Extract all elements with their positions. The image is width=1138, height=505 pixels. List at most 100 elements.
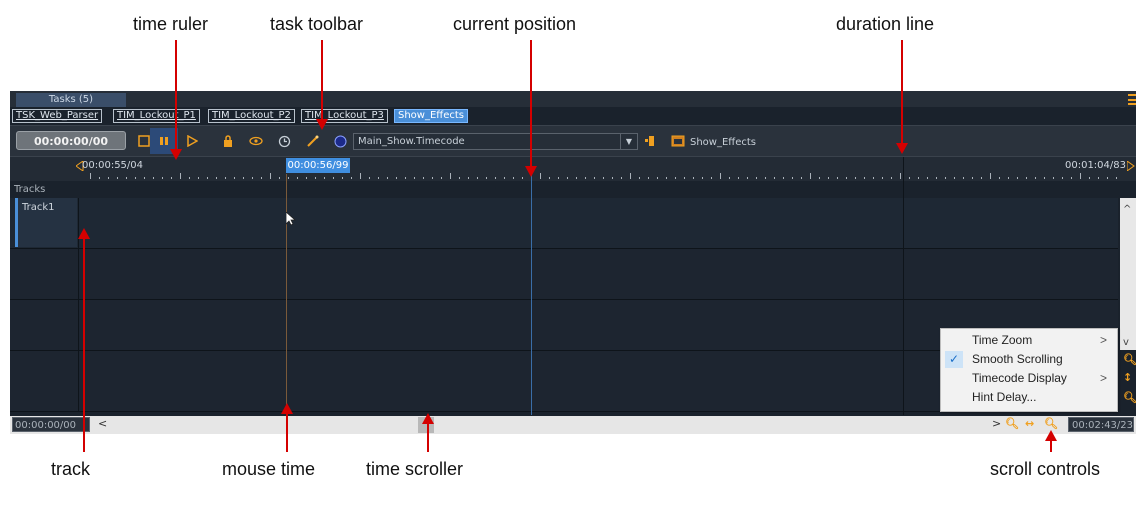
context-menu: Time Zoom > ✓ Smooth Scrolling Timecode … — [940, 328, 1118, 412]
ruler-tick — [180, 173, 181, 179]
history-icon[interactable] — [276, 133, 292, 149]
zoom-fit-horizontal-icon[interactable]: ↔ — [1025, 417, 1034, 430]
ruler-tick — [144, 177, 145, 179]
menu-item-time-zoom[interactable]: Time Zoom > — [941, 331, 1117, 350]
ruler-tick — [333, 177, 334, 179]
task-tab-show-effects[interactable]: Show_Effects — [394, 109, 468, 123]
ruler-tick — [972, 177, 973, 179]
annotation-current-position: current position — [453, 14, 577, 34]
ruler-tick — [468, 177, 469, 179]
ruler-tick — [1062, 177, 1063, 179]
ruler-tick — [963, 177, 964, 179]
ruler-tick — [792, 177, 793, 179]
task-tab-tim-lockout-p3[interactable]: TIM_Lockout_P3 — [301, 109, 388, 123]
timecode-source-value: Main_Show.Timecode — [358, 136, 465, 147]
ruler-tick — [477, 177, 478, 179]
menu-item-hint-delay[interactable]: Hint Delay... — [941, 388, 1117, 407]
ruler-tick — [486, 177, 487, 179]
ruler-tick — [954, 177, 955, 179]
ruler-tick — [900, 173, 901, 179]
scroll-down-icon[interactable]: v — [1123, 337, 1129, 348]
ruler-tick — [1089, 177, 1090, 179]
ruler-tick — [666, 177, 667, 179]
ruler-tick — [567, 177, 568, 179]
ruler-tick — [198, 177, 199, 179]
vertical-fit-icon[interactable]: ↕ — [1123, 371, 1132, 384]
ruler-tick — [387, 177, 388, 179]
ruler-tick — [450, 173, 451, 179]
arrow-scroll-controls — [1045, 430, 1057, 452]
eye-icon[interactable] — [248, 133, 264, 149]
vertical-scrollbar[interactable]: ^ v — [1120, 198, 1136, 350]
ruler-tick — [513, 177, 514, 179]
tracks-header: Tracks — [14, 184, 46, 195]
ruler-tick — [549, 177, 550, 179]
ruler-tick — [738, 177, 739, 179]
ruler-tick — [729, 177, 730, 179]
track-lane[interactable] — [10, 249, 1118, 300]
timecode-source-icon[interactable] — [332, 133, 348, 149]
scroll-left-icon[interactable]: < — [98, 417, 107, 430]
chevron-right-icon: > — [1099, 333, 1107, 347]
ruler-tick — [774, 177, 775, 179]
task-tab-tsk-web-parser[interactable]: TSK_Web_Parser — [12, 109, 103, 123]
annotation-duration-line: duration line — [836, 14, 935, 34]
ruler-tick — [747, 177, 748, 179]
ruler-tick — [1071, 177, 1072, 179]
ruler-tick — [234, 177, 235, 179]
ruler-tick — [432, 177, 433, 179]
ruler-tick — [414, 177, 415, 179]
zoom-in-vertical-icon[interactable]: 🔍︎ — [1123, 353, 1136, 366]
task-tab-tim-lockout-p1[interactable]: TIM_Lockout_P1 — [113, 109, 200, 123]
zoom-out-vertical-icon[interactable]: 🔍︎ — [1123, 391, 1136, 404]
start-time-field[interactable]: 00:00:00/00 — [12, 417, 90, 432]
ruler-tick — [909, 177, 910, 179]
lock-icon[interactable] — [220, 133, 236, 149]
scroll-right-icon[interactable]: > — [992, 417, 1001, 430]
ruler-tick — [360, 173, 361, 179]
timecode-source-select[interactable]: Main_Show.Timecode ▼ — [353, 133, 638, 150]
end-time-field[interactable]: 00:02:43/23 — [1068, 417, 1134, 432]
ruler-tick — [252, 177, 253, 179]
scroll-up-icon[interactable]: ^ — [1123, 204, 1131, 215]
chevron-down-icon[interactable]: ▼ — [620, 134, 637, 149]
ruler-tick — [279, 177, 280, 179]
zoom-out-icon[interactable]: 🔍︎ — [1044, 417, 1058, 430]
current-position-line — [531, 157, 532, 415]
ruler-tick — [990, 173, 991, 179]
menu-item-smooth-scrolling[interactable]: ✓ Smooth Scrolling — [941, 350, 1117, 369]
annotation-time-ruler: time ruler — [133, 14, 209, 34]
ruler-tick — [396, 177, 397, 179]
timecode-button[interactable]: 00:00:00/00 — [16, 131, 126, 150]
ruler-tick — [1116, 177, 1117, 179]
ruler-tick — [873, 177, 874, 179]
show-icon[interactable] — [670, 133, 686, 149]
zoom-in-icon[interactable]: 🔍︎ — [1005, 417, 1019, 430]
menu-item-timecode-display[interactable]: Timecode Display > — [941, 369, 1117, 388]
arrow-time-scroller — [422, 413, 434, 452]
task-tab-tim-lockout-p2[interactable]: TIM_Lockout_P2 — [208, 109, 295, 123]
annotation-task-toolbar: task toolbar — [270, 14, 364, 34]
ruler-tick — [324, 177, 325, 179]
time-ruler[interactable]: 00:00:55/04 00:00:56/99 00:01:04/83 — [10, 157, 1136, 181]
ruler-tick — [558, 177, 559, 179]
ruler-end-marker-icon — [1127, 161, 1135, 171]
vertical-zoom-controls: 🔍︎ ↕ 🔍︎ — [1120, 351, 1136, 413]
ruler-tick — [927, 177, 928, 179]
wand-icon[interactable] — [304, 133, 320, 149]
menu-icon[interactable] — [1128, 94, 1136, 105]
play-icon[interactable] — [184, 133, 200, 149]
tab-tasks[interactable]: Tasks (5) — [16, 93, 126, 107]
ruler-tick — [288, 177, 289, 179]
goto-icon[interactable] — [642, 133, 658, 149]
ruler-tick — [216, 177, 217, 179]
ruler-tick — [783, 177, 784, 179]
track-lane[interactable] — [10, 198, 1118, 249]
track-header-track1[interactable]: Track1 — [15, 198, 77, 247]
ruler-tick — [342, 177, 343, 179]
ruler-tick — [495, 177, 496, 179]
annotation-scroll-controls: scroll controls — [990, 459, 1101, 479]
ruler-tick — [351, 177, 352, 179]
ruler-tick — [99, 177, 100, 179]
ruler-tick — [207, 177, 208, 179]
